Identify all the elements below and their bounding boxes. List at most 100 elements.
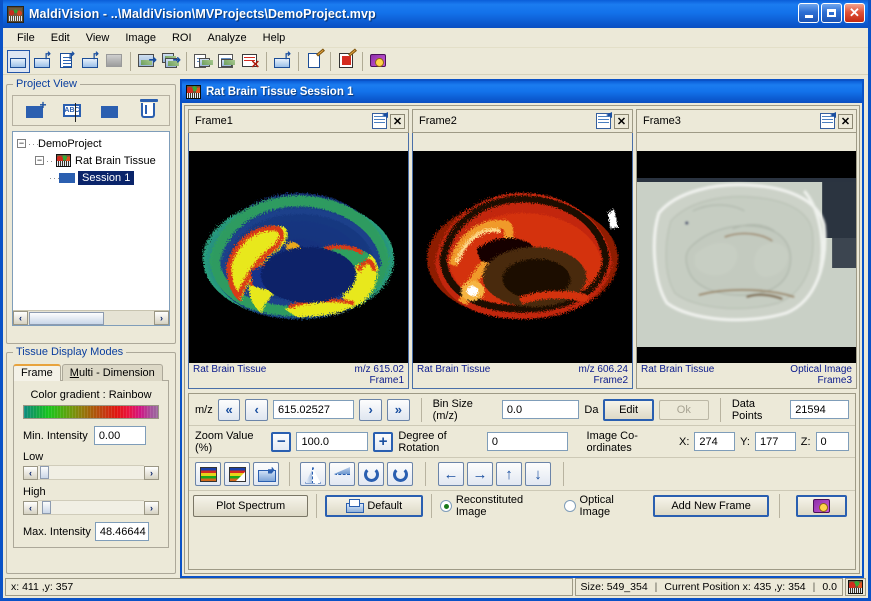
plot-spectrum-button[interactable]: Plot Spectrum [193, 495, 309, 517]
rotation-input[interactable]: 0 [486, 432, 568, 451]
menu-image[interactable]: Image [117, 30, 164, 46]
frame-properties-icon[interactable] [820, 113, 835, 129]
color-gradient-bar [23, 405, 159, 419]
export-view-button[interactable] [253, 462, 279, 486]
color-palette-button[interactable] [195, 462, 221, 486]
frame-2-canvas[interactable] [413, 151, 632, 363]
tab-frame[interactable]: Frame [13, 364, 61, 381]
frame-1-close-button[interactable]: ✕ [390, 113, 405, 129]
scroll-left-button[interactable]: ‹ [13, 311, 28, 325]
load-folder-button[interactable]: ↱ [271, 50, 294, 73]
bin-size-input[interactable]: 0.0 [501, 400, 580, 419]
low-slider-left-button[interactable]: ‹ [23, 465, 38, 480]
zoom-out-button[interactable]: − [271, 431, 292, 452]
frame-1-header: Frame1 ✕ [188, 109, 409, 133]
help-book-button[interactable] [795, 495, 847, 517]
rename-node-icon: ABC [63, 103, 81, 122]
close-button[interactable]: ✕ [844, 3, 865, 23]
export-frames-button[interactable]: ➜ [159, 50, 182, 73]
add-spectrum-button[interactable] [21, 99, 47, 123]
edit-button[interactable]: Edit [603, 398, 654, 421]
rename-node-button[interactable]: ABC [59, 99, 85, 123]
high-slider-left-button[interactable]: ‹ [23, 500, 38, 515]
menu-roi[interactable]: ROI [164, 30, 200, 46]
mz-next-button[interactable]: › [359, 398, 382, 421]
optical-radio-button[interactable] [563, 500, 576, 512]
low-slider-right-button[interactable]: › [144, 465, 159, 480]
palette-overlay-button[interactable] [224, 462, 250, 486]
save-as-button[interactable]: ↱ [79, 50, 102, 73]
mz-last-button[interactable]: » [386, 398, 410, 421]
high-slider[interactable]: ‹ › [23, 500, 159, 515]
pan-down-button[interactable]: ↓ [525, 462, 551, 486]
expander-icon[interactable]: − [35, 156, 44, 165]
add-new-frame-button[interactable]: Add New Frame [653, 495, 769, 517]
image-placeholder-button[interactable] [103, 50, 126, 73]
coord-x-value[interactable]: 274 [694, 432, 736, 451]
minimize-button[interactable] [798, 3, 819, 23]
tree-node-rat-brain-tissue[interactable]: − ·· Rat Brain Tissue [15, 152, 167, 169]
maximize-button[interactable] [821, 3, 842, 23]
low-slider-track[interactable] [38, 465, 144, 480]
data-points-value[interactable]: 21594 [790, 400, 849, 419]
frame-properties-icon[interactable] [596, 113, 611, 129]
tree-horizontal-scrollbar[interactable]: ‹ › [13, 310, 169, 325]
pan-left-button[interactable]: ← [438, 462, 464, 486]
expander-icon[interactable]: − [17, 139, 26, 148]
menu-edit[interactable]: Edit [43, 30, 78, 46]
low-slider-thumb[interactable] [40, 466, 49, 479]
max-intensity-field[interactable]: 48.46644 [94, 522, 149, 541]
help-book-button[interactable] [367, 50, 390, 73]
ok-button: Ok [658, 399, 709, 420]
frame-3-canvas[interactable] [637, 151, 856, 363]
tab-multi-dimension[interactable]: Multi - Dimension [61, 364, 163, 381]
high-slider-right-button[interactable]: › [144, 500, 159, 515]
paste-image-button[interactable] [215, 50, 238, 73]
frame-1-canvas[interactable] [189, 151, 408, 363]
mz-prev-button[interactable]: ‹ [245, 398, 269, 421]
new-document-button[interactable]: ↱ [55, 50, 78, 73]
scrollbar-thumb[interactable] [29, 311, 104, 325]
copy-image-button[interactable] [191, 50, 214, 73]
zoom-in-button[interactable]: + [373, 431, 394, 452]
frame-2-close-button[interactable]: ✕ [614, 113, 629, 129]
save-project-button[interactable]: ↱ [31, 50, 54, 73]
reconstituted-radio-button[interactable] [440, 500, 452, 512]
frame-3-close-button[interactable]: ✕ [838, 113, 853, 129]
frame-properties-icon[interactable] [372, 113, 387, 129]
spectrum-group-button[interactable] [97, 99, 123, 123]
export-image-button[interactable]: ➜ [135, 50, 158, 73]
delete-table-button[interactable]: ✕ [239, 50, 262, 73]
zoom-value-input[interactable]: 100.0 [296, 432, 369, 451]
rotate-clockwise-button[interactable] [387, 462, 413, 486]
scroll-right-button[interactable]: › [154, 311, 169, 325]
low-slider[interactable]: ‹ › [23, 465, 159, 480]
min-intensity-field[interactable]: 0.00 [93, 426, 146, 445]
document-properties-button[interactable] [303, 48, 326, 73]
high-slider-track[interactable] [38, 500, 144, 515]
mz-value-input[interactable]: 615.02527 [273, 400, 355, 419]
delete-node-button[interactable] [135, 99, 161, 123]
coord-y-value[interactable]: 177 [754, 432, 796, 451]
pan-right-button[interactable]: → [467, 462, 493, 486]
tree-node-session-1[interactable]: ···· Session 1 [15, 169, 167, 186]
tree-node-demoproject[interactable]: − ··· DemoProject [15, 135, 167, 152]
menu-view[interactable]: View [78, 30, 118, 46]
menu-analyze[interactable]: Analyze [200, 30, 255, 46]
mz-first-button[interactable]: « [217, 398, 241, 421]
rotate-counterclockwise-button[interactable] [358, 462, 384, 486]
menu-file[interactable]: File [9, 30, 43, 46]
frame-1-canvas-margin [189, 133, 408, 151]
default-button[interactable]: Default [325, 495, 424, 517]
optical-image-radio[interactable]: Optical Image [563, 494, 646, 518]
coord-z-value[interactable]: 0 [815, 432, 850, 451]
project-tree[interactable]: − ··· DemoProject − ·· Rat Brain Tissue … [12, 131, 170, 326]
flip-horizontal-button[interactable] [300, 462, 326, 486]
flip-vertical-button[interactable] [329, 462, 355, 486]
reconstituted-image-radio[interactable]: Reconstituted Image [440, 494, 554, 518]
menu-help[interactable]: Help [255, 30, 294, 46]
pan-up-button[interactable]: ↑ [496, 462, 522, 486]
open-project-button[interactable] [7, 49, 30, 73]
high-slider-thumb[interactable] [42, 501, 51, 514]
edit-annotation-button[interactable] [335, 48, 358, 73]
